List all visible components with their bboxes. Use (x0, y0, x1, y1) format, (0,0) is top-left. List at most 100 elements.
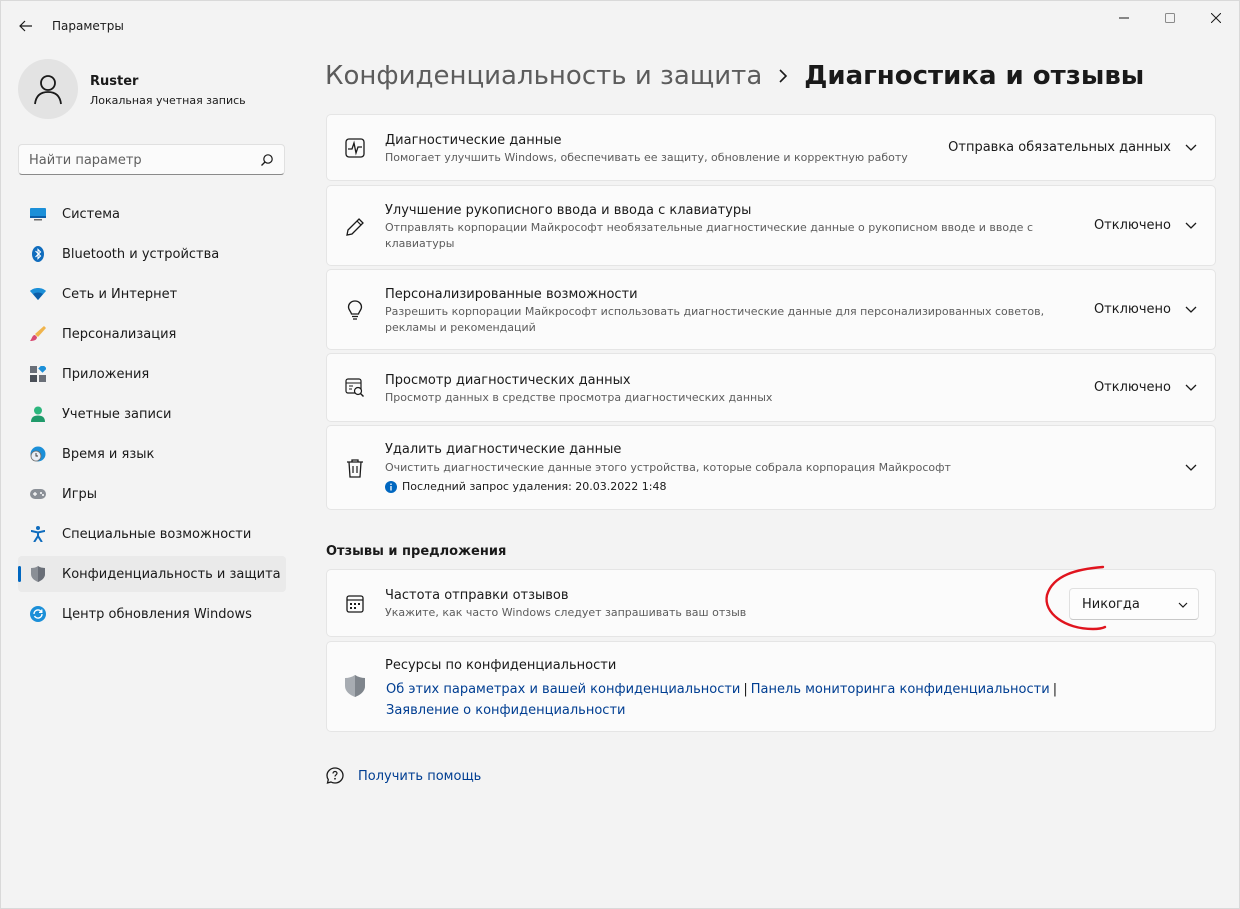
card-title: Диагностические данные (385, 133, 562, 148)
sidebar-item-label: Центр обновления Windows (62, 606, 252, 622)
section-title-feedback: Отзывы и предложения (326, 544, 507, 559)
help-icon (326, 767, 344, 784)
pen-icon (345, 217, 365, 237)
sidebar-item-system[interactable]: Система (18, 196, 286, 232)
search-input[interactable] (29, 151, 249, 169)
card-value: Отправка обязательных данных (948, 140, 1171, 155)
data-viewer-icon (345, 378, 365, 398)
apps-icon (30, 366, 46, 382)
close-icon (1211, 13, 1221, 23)
sidebar-item-apps[interactable]: Приложения (18, 356, 286, 392)
arrow-left-icon (19, 20, 32, 32)
link-about-settings[interactable]: Об этих параметрах и вашей конфиденциаль… (386, 682, 740, 697)
info-icon (385, 480, 397, 493)
sidebar-item-privacy[interactable]: Конфиденциальность и защита (18, 556, 286, 592)
chevron-down-icon[interactable] (1183, 140, 1199, 156)
handwriting-card[interactable]: Улучшение рукописного ввода и ввода с кл… (326, 185, 1216, 266)
maximize-icon (1165, 13, 1175, 23)
sidebar-item-label: Персонализация (62, 326, 177, 342)
close-button[interactable] (1193, 1, 1239, 35)
chevron-down-icon (1178, 597, 1188, 616)
annotation-circle (1045, 565, 1107, 631)
bluetooth-icon (30, 246, 46, 262)
last-delete-request: Последний запрос удаления: 20.03.2022 1:… (385, 480, 666, 493)
sidebar-item-personalization[interactable]: Персонализация (18, 316, 286, 352)
sidebar-item-accessibility[interactable]: Специальные возможности (18, 516, 286, 552)
delete-diagnostic-card[interactable]: Удалить диагностические данные Очистить … (326, 425, 1216, 510)
card-description: Отправлять корпорации Майкрософт необяза… (385, 221, 1033, 250)
card-description: Разрешить корпорации Майкрософт использо… (385, 305, 1045, 334)
sidebar-nav: Система Bluetooth и устройства Сеть и Ин… (18, 196, 286, 636)
search-icon[interactable] (260, 152, 274, 171)
page-title: Диагностика и отзывы (804, 61, 1145, 91)
sidebar-item-time-language[interactable]: Время и язык (18, 436, 286, 472)
breadcrumb: Конфиденциальность и защита Диагностика … (325, 61, 1144, 91)
user-name: Ruster (90, 74, 139, 89)
calendar-icon (345, 594, 365, 614)
minimize-button[interactable] (1101, 1, 1147, 35)
person-icon (34, 75, 62, 105)
diagnostic-viewer-card[interactable]: Просмотр диагностических данных Просмотр… (326, 353, 1216, 422)
display-icon (30, 206, 46, 222)
card-description: Помогает улучшить Windows, обеспечивать … (385, 151, 908, 164)
chevron-down-icon[interactable] (1183, 218, 1199, 234)
card-title: Ресурсы по конфиденциальности (385, 658, 617, 673)
update-icon (30, 606, 46, 622)
sidebar-item-accounts[interactable]: Учетные записи (18, 396, 286, 432)
account-type: Локальная учетная запись (90, 94, 246, 107)
sidebar-item-label: Время и язык (62, 446, 155, 462)
sidebar-item-network[interactable]: Сеть и Интернет (18, 276, 286, 312)
diagnostic-data-card[interactable]: Диагностические данные Помогает улучшить… (326, 114, 1216, 181)
get-help[interactable]: Получить помощь (326, 767, 481, 785)
card-title: Просмотр диагностических данных (385, 373, 631, 388)
minimize-icon (1119, 17, 1129, 19)
settings-window: Параметры Ruster Локальная учетная запис… (0, 0, 1240, 909)
chevron-right-icon (778, 68, 788, 84)
gamepad-icon (30, 486, 46, 502)
back-button[interactable] (11, 11, 41, 41)
card-value: Отключено (1093, 302, 1171, 317)
accessibility-icon (30, 526, 46, 542)
title-bar: Параметры (1, 1, 1239, 49)
card-title: Удалить диагностические данные (385, 442, 622, 457)
lightbulb-icon (345, 300, 365, 320)
globe-clock-icon (30, 446, 46, 462)
avatar[interactable] (18, 59, 78, 119)
tailored-experiences-card[interactable]: Персонализированные возможности Разрешит… (326, 269, 1216, 350)
chevron-down-icon[interactable] (1183, 460, 1199, 476)
card-title: Персонализированные возможности (385, 287, 638, 302)
heart-rate-icon (345, 138, 365, 158)
card-value: Отключено (1093, 218, 1171, 233)
sidebar-item-label: Сеть и Интернет (62, 286, 178, 302)
get-help-link[interactable]: Получить помощь (358, 769, 481, 784)
card-description: Укажите, как часто Windows следует запра… (385, 606, 747, 619)
maximize-button[interactable] (1147, 1, 1193, 35)
chevron-down-icon[interactable] (1183, 380, 1199, 396)
chevron-down-icon[interactable] (1183, 302, 1199, 318)
sidebar-item-label: Конфиденциальность и защита (62, 566, 281, 582)
shield-icon (30, 566, 46, 582)
trash-icon (345, 458, 365, 478)
sidebar-item-label: Игры (62, 486, 98, 502)
shield-icon (345, 675, 365, 697)
link-privacy-statement[interactable]: Заявление о конфиденциальности (386, 703, 625, 718)
breadcrumb-parent[interactable]: Конфиденциальность и защита (325, 61, 762, 91)
privacy-links-row-1: Об этих параметрах и вашей конфиденциаль… (386, 678, 1060, 697)
sidebar-item-gaming[interactable]: Игры (18, 476, 286, 512)
link-privacy-dashboard[interactable]: Панель мониторинга конфиденциальности (751, 682, 1050, 697)
sidebar-item-label: Bluetooth и устройства (62, 246, 220, 262)
sidebar-item-label: Учетные записи (62, 406, 172, 422)
sidebar-item-bluetooth[interactable]: Bluetooth и устройства (18, 236, 286, 272)
sidebar-item-label: Система (62, 206, 121, 222)
card-description: Очистить диагностические данные этого ус… (385, 461, 951, 474)
card-title: Улучшение рукописного ввода и ввода с кл… (385, 203, 752, 218)
privacy-links-row-2: Заявление о конфиденциальности (386, 699, 625, 718)
search-box[interactable] (18, 144, 285, 175)
person-icon (30, 406, 46, 422)
card-title: Частота отправки отзывов (385, 588, 569, 603)
app-title: Параметры (52, 19, 124, 33)
link-separator: | (1052, 682, 1058, 697)
link-separator: | (743, 682, 748, 697)
sidebar-item-windows-update[interactable]: Центр обновления Windows (18, 596, 286, 632)
card-value: Отключено (1093, 380, 1171, 395)
